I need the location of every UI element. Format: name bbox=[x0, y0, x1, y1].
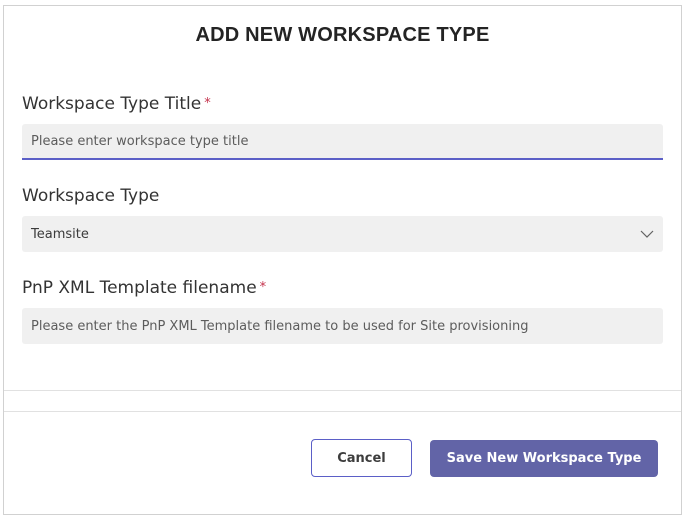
required-marker: * bbox=[204, 96, 211, 111]
pnp-template-filename-input[interactable] bbox=[22, 308, 663, 344]
workspace-type-label: Workspace Type bbox=[22, 186, 160, 206]
workspace-type-title-label: Workspace Type Title * bbox=[22, 94, 211, 114]
chevron-down-icon bbox=[640, 230, 654, 238]
workspace-type-dropdown[interactable]: Teamsite bbox=[22, 216, 663, 252]
pnp-template-filename-label: PnP XML Template filename * bbox=[22, 278, 266, 298]
pnp-template-filename-label-text: PnP XML Template filename bbox=[22, 278, 257, 298]
divider bbox=[4, 390, 681, 391]
add-workspace-type-dialog: ADD NEW WORKSPACE TYPE Workspace Type Ti… bbox=[3, 5, 682, 515]
required-marker: * bbox=[259, 280, 267, 295]
save-new-workspace-type-button[interactable]: Save New Workspace Type bbox=[430, 440, 658, 477]
workspace-type-title-label-text: Workspace Type Title bbox=[22, 94, 202, 114]
workspace-type-title-input[interactable] bbox=[22, 124, 663, 160]
workspace-type-selected-value: Teamsite bbox=[31, 226, 89, 242]
footer-divider bbox=[4, 411, 681, 412]
dialog-title: ADD NEW WORKSPACE TYPE bbox=[195, 24, 490, 46]
cancel-button[interactable]: Cancel bbox=[311, 439, 412, 477]
